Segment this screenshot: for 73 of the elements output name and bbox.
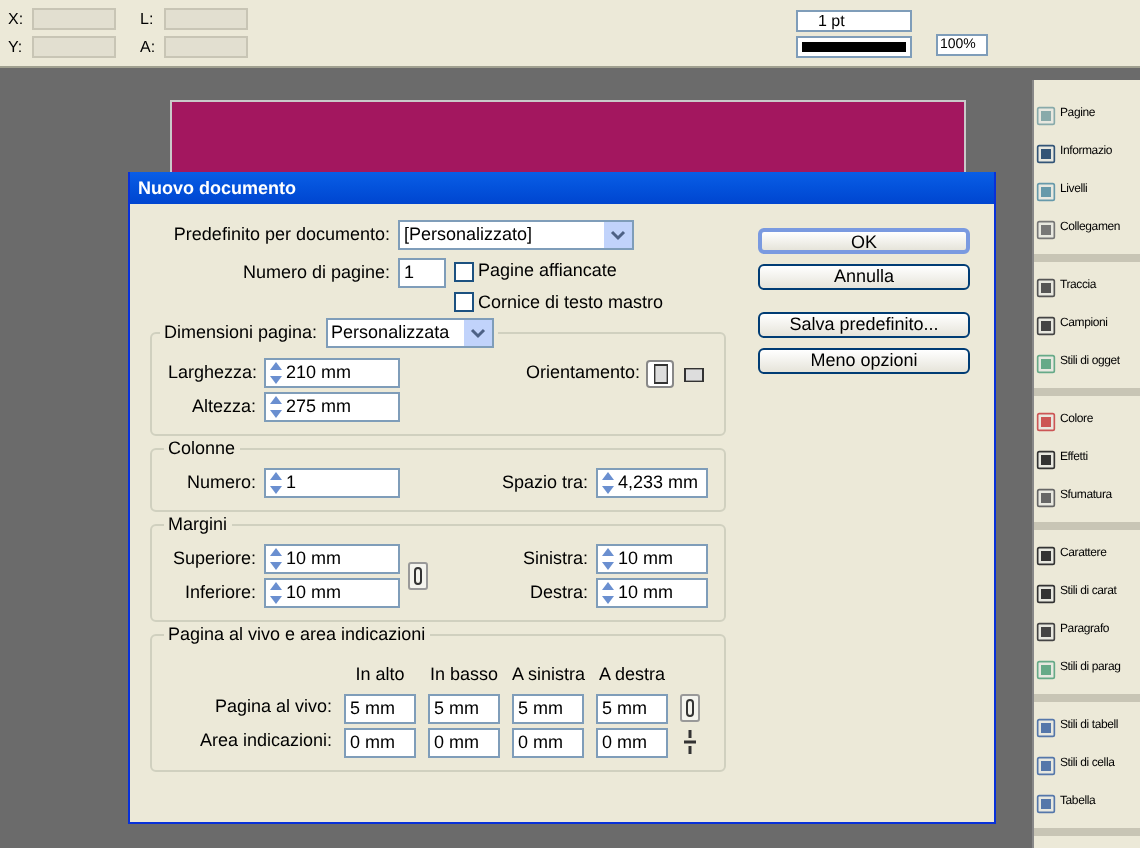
checkbox[interactable] (454, 261, 474, 282)
spinner-arrows-icon[interactable] (270, 472, 282, 494)
dialog-button[interactable]: Salva predefinito... (758, 312, 970, 338)
field-label: A: (140, 35, 158, 59)
spinner-arrows-icon[interactable] (270, 362, 282, 384)
field-label: Predefinito per documento: (171, 221, 390, 248)
input-field[interactable]: 0 mm (596, 727, 668, 757)
spinner-arrows-icon[interactable] (270, 396, 282, 418)
checkbox-label: Pagine affiancate (478, 258, 617, 284)
chain-link-icon[interactable] (408, 562, 428, 590)
spinner-arrows-icon[interactable] (602, 472, 614, 494)
input-field[interactable]: 5 mm (512, 693, 584, 723)
field-label: Spazio tra: (501, 469, 588, 496)
group-title: Margini (164, 514, 232, 536)
dialog-button[interactable]: Meno opzioni (758, 348, 970, 374)
spinner-arrows-icon[interactable] (270, 582, 282, 604)
dropdown[interactable]: [Personalizzato] (398, 220, 634, 250)
spin-field[interactable]: 10 mm (264, 544, 400, 574)
checkbox-label: Cornice di testo mastro (478, 289, 664, 315)
spinner-arrows-icon[interactable] (602, 582, 614, 604)
spin-field[interactable]: 10 mm (264, 578, 400, 608)
chain-link-icon[interactable] (680, 694, 700, 722)
stroke-weight-dropdown[interactable]: 1 pt (796, 9, 912, 31)
field-label: Dimensioni pagina: (164, 319, 318, 346)
column-heading: A destra (596, 662, 668, 688)
input-field[interactable] (32, 8, 116, 30)
field-label: L: (140, 7, 156, 31)
spin-field[interactable]: 10 mm (596, 544, 708, 574)
field-label: Orientamento: (525, 360, 640, 387)
input-field[interactable] (32, 36, 116, 58)
dropdown[interactable]: Personalizzata (325, 318, 494, 348)
input-field[interactable] (164, 8, 248, 30)
field-label: Inferiore: (182, 579, 256, 606)
column-heading: A sinistra (512, 662, 584, 688)
spinner-arrows-icon[interactable] (602, 548, 614, 570)
spin-field[interactable]: 275 mm (264, 392, 400, 422)
field-label: Superiore: (170, 545, 256, 572)
field-label: Pagina al vivo: (212, 694, 332, 721)
spin-field[interactable]: 210 mm (264, 358, 400, 388)
caret-icon (604, 222, 632, 248)
spin-field[interactable]: 1 (264, 468, 400, 498)
unlinked-chain-icon[interactable] (680, 728, 700, 756)
checkbox[interactable] (454, 292, 474, 313)
input-field[interactable]: 0 mm (512, 727, 584, 757)
field-label: Area indicazioni: (197, 728, 332, 755)
field-label: Destra: (529, 579, 588, 606)
field-label: X: (8, 7, 26, 31)
window-title: Nuovo documento (130, 172, 994, 204)
portrait-orientation-button[interactable] (646, 360, 674, 388)
input-field[interactable]: 5 mm (596, 693, 668, 723)
caret-icon (463, 320, 492, 346)
field-label: Sinistra: (522, 545, 588, 572)
field-label: Larghezza: (168, 359, 256, 386)
input-field[interactable]: 0 mm (428, 727, 500, 757)
field-label: Y: (8, 35, 25, 59)
spin-field[interactable]: 4,233 mm (596, 468, 708, 498)
input-field[interactable]: 5 mm (344, 693, 416, 723)
group-title: Colonne (164, 438, 240, 460)
input-field[interactable]: 5 mm (428, 693, 500, 723)
input-field[interactable] (164, 36, 248, 58)
dialog-button[interactable]: OK (758, 228, 970, 254)
spinner-arrows-icon[interactable] (270, 548, 282, 570)
field-label: Numero: (184, 469, 256, 496)
column-heading: In alto (353, 662, 407, 688)
input-field[interactable]: 0 mm (344, 727, 416, 757)
dialog-button[interactable]: Annulla (758, 264, 970, 290)
group-title: Pagina al vivo e area indicazioni (164, 624, 430, 646)
stroke-type-dropdown[interactable] (796, 35, 912, 57)
column-heading: In basso (428, 662, 500, 688)
input-field[interactable]: 1 (398, 258, 446, 288)
field-label: Altezza: (189, 393, 256, 420)
spin-field[interactable]: 10 mm (596, 578, 708, 608)
field-label: Numero di pagine: (240, 260, 390, 286)
